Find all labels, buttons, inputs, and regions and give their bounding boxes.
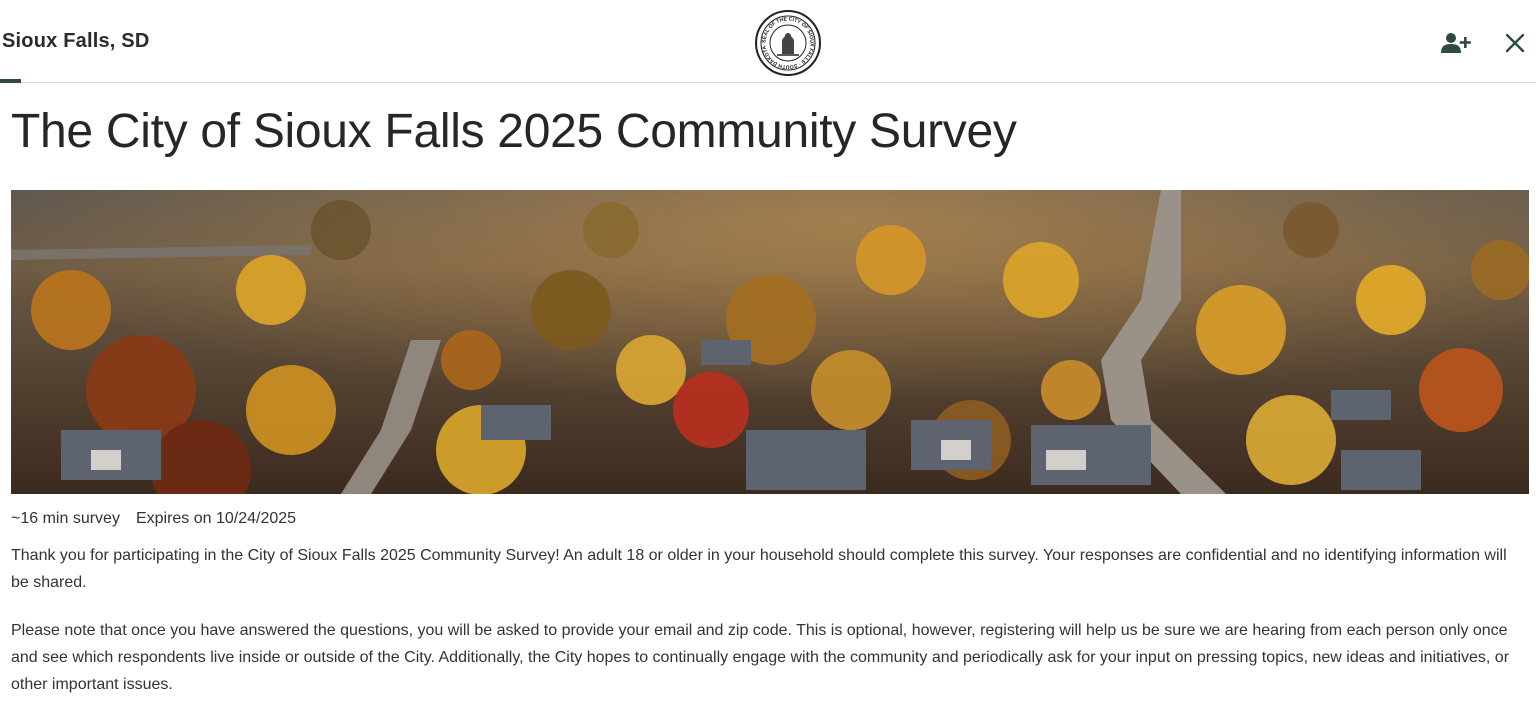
add-user-icon (1441, 33, 1471, 53)
city-seal-logo: SEAL OF THE CITY OF SIOUX FALLS · SOUTH … (755, 10, 821, 76)
close-button[interactable] (1499, 28, 1531, 58)
close-icon (1505, 33, 1525, 53)
note-paragraph: Please note that once you have answered … (11, 622, 1510, 693)
page-title: The City of Sioux Falls 2025 Community S… (11, 105, 1017, 158)
top-bar: Sioux Falls, SD SEAL OF THE CITY OF SIOU… (0, 0, 1536, 83)
survey-meta: ~16 min survey Expires on 10/24/2025 (11, 510, 296, 528)
org-name: Sioux Falls, SD (2, 30, 150, 52)
active-tab-indicator (0, 79, 21, 83)
survey-expiration: Expires on 10/24/2025 (135, 510, 297, 527)
survey-duration: ~16 min survey (11, 510, 120, 527)
neighborhood-aerial-photo (11, 190, 1529, 494)
intro-paragraph: Thank you for participating in the City … (11, 547, 1507, 591)
banner-image (11, 190, 1529, 494)
add-user-button[interactable] (1440, 28, 1472, 58)
